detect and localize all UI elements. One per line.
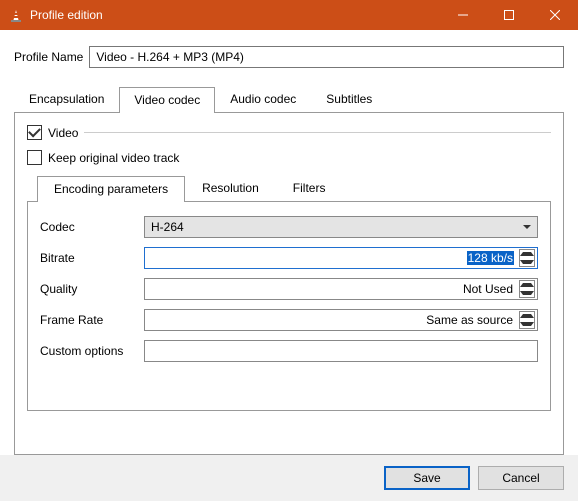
chevron-up-icon <box>520 314 534 318</box>
quality-label: Quality <box>40 282 144 296</box>
profile-edition-window: Profile edition Profile Name Encapsulati… <box>0 0 578 501</box>
framerate-row: Frame Rate Same as source <box>40 309 538 331</box>
bitrate-row: Bitrate 128 kb/s <box>40 247 538 269</box>
encoding-parameters-page: Codec H-264 Bitrate 128 kb/s <box>27 201 551 411</box>
tab-resolution[interactable]: Resolution <box>185 175 276 201</box>
outer-tabs: Encapsulation Video codec Audio codec Su… <box>14 86 564 112</box>
window-title: Profile edition <box>30 8 440 22</box>
maximize-button[interactable] <box>486 0 532 30</box>
custom-options-input[interactable] <box>144 340 538 362</box>
close-button[interactable] <box>532 0 578 30</box>
tab-filters[interactable]: Filters <box>276 175 343 201</box>
video-checkbox[interactable] <box>27 125 42 140</box>
tab-audio-codec[interactable]: Audio codec <box>215 86 311 112</box>
content-area: Profile Name Encapsulation Video codec A… <box>0 30 578 455</box>
framerate-label: Frame Rate <box>40 313 144 327</box>
bitrate-spinbox[interactable]: 128 kb/s <box>144 247 538 269</box>
chevron-up-icon <box>520 283 534 287</box>
keep-original-checkbox[interactable] <box>27 150 42 165</box>
chevron-down-icon <box>520 291 534 295</box>
chevron-down-icon <box>520 260 534 264</box>
spin-arrows[interactable] <box>519 311 535 329</box>
custom-options-label: Custom options <box>40 344 144 358</box>
titlebar: Profile edition <box>0 0 578 30</box>
bitrate-value: 128 kb/s <box>467 251 514 265</box>
tab-encapsulation[interactable]: Encapsulation <box>14 86 119 112</box>
quality-value: Not Used <box>462 282 514 296</box>
quality-spinbox[interactable]: Not Used <box>144 278 538 300</box>
keep-original-label: Keep original video track <box>48 151 179 165</box>
codec-label: Codec <box>40 220 144 234</box>
video-checkbox-row: Video <box>27 125 551 140</box>
keep-original-row: Keep original video track <box>27 150 551 165</box>
group-divider <box>84 132 551 133</box>
profile-name-label: Profile Name <box>14 50 83 64</box>
framerate-value: Same as source <box>425 313 514 327</box>
codec-value: H-264 <box>151 220 184 234</box>
codec-row: Codec H-264 <box>40 216 538 238</box>
bitrate-label: Bitrate <box>40 251 144 265</box>
profile-name-row: Profile Name <box>14 46 564 68</box>
spin-arrows[interactable] <box>519 280 535 298</box>
tab-encoding-parameters[interactable]: Encoding parameters <box>37 176 185 202</box>
framerate-spinbox[interactable]: Same as source <box>144 309 538 331</box>
chevron-down-icon <box>523 225 531 229</box>
chevron-down-icon <box>520 322 534 326</box>
video-codec-tabpage: Video Keep original video track Encoding… <box>14 112 564 455</box>
quality-row: Quality Not Used <box>40 278 538 300</box>
cancel-button[interactable]: Cancel <box>478 466 564 490</box>
spin-arrows[interactable] <box>519 249 535 267</box>
video-checkbox-label: Video <box>48 126 78 140</box>
tab-subtitles[interactable]: Subtitles <box>311 86 387 112</box>
minimize-button[interactable] <box>440 0 486 30</box>
save-button[interactable]: Save <box>384 466 470 490</box>
custom-options-row: Custom options <box>40 340 538 362</box>
chevron-up-icon <box>520 252 534 256</box>
inner-tabs: Encoding parameters Resolution Filters <box>37 175 551 201</box>
vlc-logo-icon <box>8 7 24 23</box>
codec-combobox[interactable]: H-264 <box>144 216 538 238</box>
tab-video-codec[interactable]: Video codec <box>119 87 215 113</box>
dialog-footer: Save Cancel <box>0 455 578 501</box>
profile-name-input[interactable] <box>89 46 564 68</box>
